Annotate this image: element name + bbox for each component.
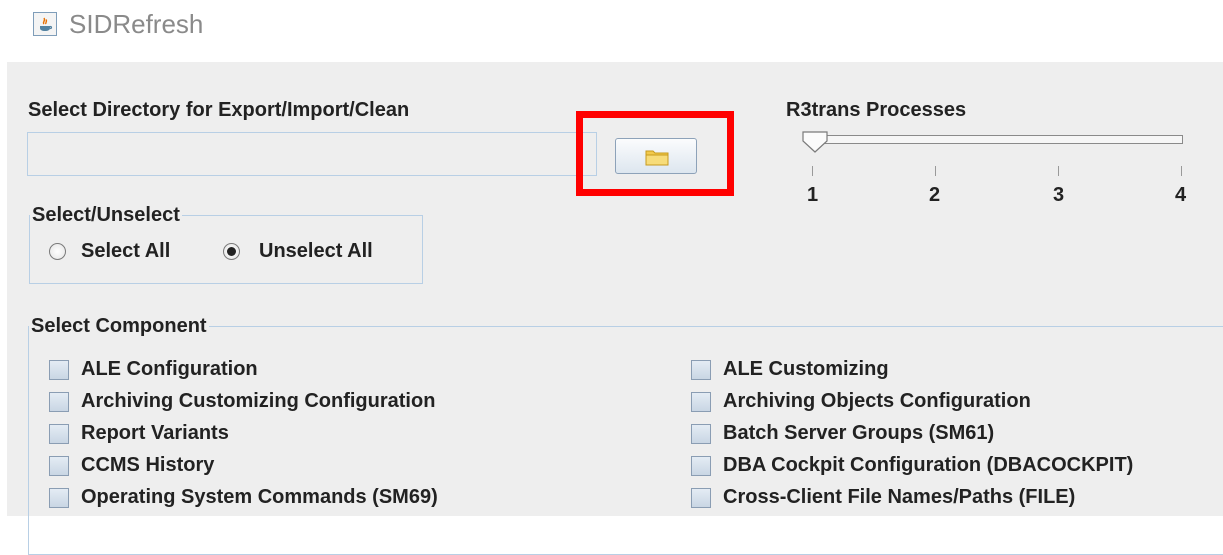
slider-tick: [1181, 166, 1182, 176]
r3trans-slider-thumb[interactable]: [802, 131, 828, 153]
directory-label: Select Directory for Export/Import/Clean: [28, 99, 410, 121]
checkbox-archiving-objects-configuration[interactable]: [691, 392, 711, 412]
checkbox-archiving-customizing-configuration[interactable]: [49, 392, 69, 412]
component-label[interactable]: Archiving Customizing Configuration: [81, 390, 435, 413]
slider-tick-label: 4: [1175, 184, 1187, 206]
r3trans-slider-track[interactable]: [813, 135, 1183, 144]
title-bar: SIDRefresh: [0, 0, 1223, 62]
select-all-radio[interactable]: [49, 243, 66, 260]
checkbox-ale-customizing[interactable]: [691, 360, 711, 380]
main-panel: Select Directory for Export/Import/Clean…: [7, 62, 1223, 555]
slider-tick: [812, 166, 813, 176]
highlight-annotation: [576, 111, 734, 196]
radio-selected-dot: [227, 247, 236, 256]
component-label[interactable]: Operating System Commands (SM69): [81, 486, 438, 509]
checkbox-cross-client-file-names[interactable]: [691, 488, 711, 508]
select-component-title: Select Component: [31, 315, 207, 337]
directory-input[interactable]: [27, 132, 597, 176]
component-label[interactable]: ALE Configuration: [81, 358, 258, 381]
checkbox-dba-cockpit-configuration[interactable]: [691, 456, 711, 476]
select-all-label[interactable]: Select All: [81, 240, 170, 263]
slider-tick-label: 3: [1053, 184, 1065, 206]
component-label[interactable]: Cross-Client File Names/Paths (FILE): [723, 486, 1075, 509]
select-unselect-title: Select/Unselect: [32, 204, 180, 226]
checkbox-ale-configuration[interactable]: [49, 360, 69, 380]
slider-tick-label: 1: [807, 184, 819, 206]
component-label[interactable]: ALE Customizing: [723, 358, 889, 381]
window-title: SIDRefresh: [69, 9, 204, 39]
slider-label: R3trans Processes: [786, 99, 967, 121]
component-label[interactable]: CCMS History: [81, 454, 214, 477]
slider-tick: [1058, 166, 1059, 176]
component-label[interactable]: DBA Cockpit Configuration (DBACOCKPIT): [723, 454, 1133, 477]
unselect-all-radio[interactable]: [223, 243, 240, 260]
checkbox-batch-server-groups[interactable]: [691, 424, 711, 444]
java-app-icon: [33, 12, 57, 36]
component-label[interactable]: Batch Server Groups (SM61): [723, 422, 994, 445]
unselect-all-label[interactable]: Unselect All: [259, 240, 373, 263]
component-label[interactable]: Report Variants: [81, 422, 229, 445]
checkbox-operating-system-commands[interactable]: [49, 488, 69, 508]
checkbox-report-variants[interactable]: [49, 424, 69, 444]
slider-tick-label: 2: [929, 184, 941, 206]
slider-tick: [935, 166, 936, 176]
checkbox-ccms-history[interactable]: [49, 456, 69, 476]
component-label[interactable]: Archiving Objects Configuration: [723, 390, 1031, 413]
